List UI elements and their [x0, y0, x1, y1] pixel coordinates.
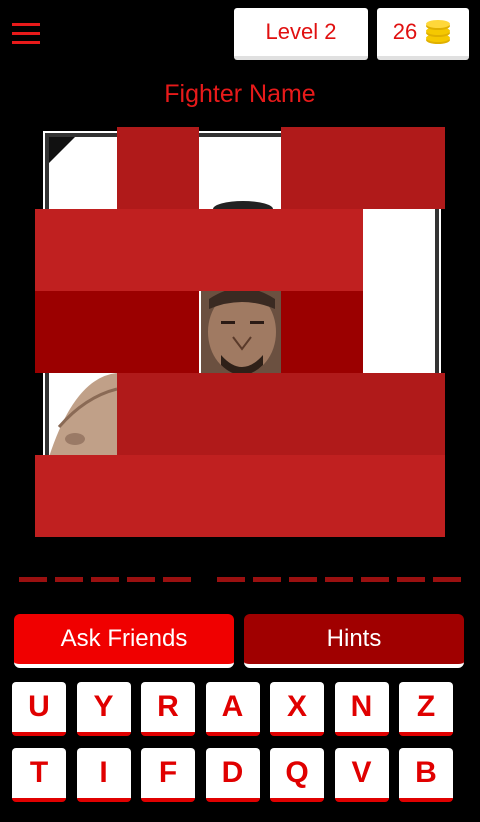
key-letter[interactable]: R — [141, 682, 195, 736]
cover-tile — [363, 127, 445, 209]
answer-slot[interactable] — [127, 577, 155, 582]
menu-icon[interactable] — [12, 22, 40, 46]
cover-tile — [35, 209, 117, 291]
key-letter[interactable]: F — [141, 748, 195, 802]
cover-tile — [281, 209, 363, 291]
answer-slot[interactable] — [397, 577, 425, 582]
key-letter[interactable]: U — [12, 682, 66, 736]
revealed-tile — [199, 291, 281, 373]
coin-counter[interactable]: 26 — [377, 8, 469, 60]
cover-tile — [117, 127, 199, 209]
revealed-tile — [363, 209, 445, 291]
puzzle-image — [35, 127, 447, 539]
key-letter[interactable]: N — [334, 682, 389, 736]
answer-slot[interactable] — [325, 577, 353, 582]
answer-slot[interactable] — [55, 577, 83, 582]
cover-tile — [281, 127, 363, 209]
revealed-tile — [35, 127, 117, 209]
key-letter[interactable]: V — [334, 748, 389, 802]
cover-tile — [363, 373, 445, 455]
key-letter[interactable]: Y — [76, 682, 131, 736]
key-letter[interactable]: X — [270, 682, 324, 736]
key-letter[interactable]: Z — [399, 682, 453, 736]
level-indicator: Level 2 — [234, 8, 368, 60]
cover-tile — [281, 373, 363, 455]
tile-grid — [35, 127, 445, 537]
key-letter[interactable]: I — [76, 748, 131, 802]
cover-tile — [117, 209, 199, 291]
cover-tile — [35, 455, 117, 537]
coin-count: 26 — [392, 19, 418, 44]
answer-slot[interactable] — [289, 577, 317, 582]
hints-button[interactable]: Hints — [244, 614, 464, 668]
key-letter[interactable]: A — [205, 682, 260, 736]
cover-tile — [199, 455, 281, 537]
answer-slot[interactable] — [19, 577, 47, 582]
revealed-tile — [199, 127, 281, 209]
key-letter[interactable]: D — [205, 748, 260, 802]
cover-tile — [117, 455, 199, 537]
level-label: Level 2 — [265, 19, 337, 44]
cover-tile — [281, 291, 363, 373]
answer-slot[interactable] — [217, 577, 245, 582]
coin-stack-icon — [426, 20, 451, 44]
key-letter[interactable]: B — [399, 748, 453, 802]
ask-friends-button[interactable]: Ask Friends — [14, 614, 234, 668]
answer-slot[interactable] — [163, 577, 191, 582]
cover-tile — [281, 455, 363, 537]
ask-friends-label: Ask Friends — [60, 625, 188, 652]
cover-tile — [117, 291, 199, 373]
answer-slot[interactable] — [361, 577, 389, 582]
key-letter[interactable]: T — [12, 748, 66, 802]
cover-tile — [199, 209, 281, 291]
cover-tile — [117, 373, 199, 455]
cover-tile — [363, 455, 445, 537]
letter-keyboard: U Y R A X N Z T I F D Q V B — [12, 682, 468, 802]
cover-tile — [35, 291, 117, 373]
cover-tile — [199, 373, 281, 455]
answer-slot[interactable] — [433, 577, 461, 582]
page-title: Fighter Name — [164, 80, 316, 108]
answer-slots — [19, 577, 461, 582]
revealed-tile — [363, 291, 445, 373]
hints-label: Hints — [326, 625, 382, 652]
revealed-tile — [35, 373, 117, 455]
answer-slot[interactable] — [91, 577, 119, 582]
answer-slot[interactable] — [253, 577, 281, 582]
key-letter[interactable]: Q — [270, 748, 324, 802]
